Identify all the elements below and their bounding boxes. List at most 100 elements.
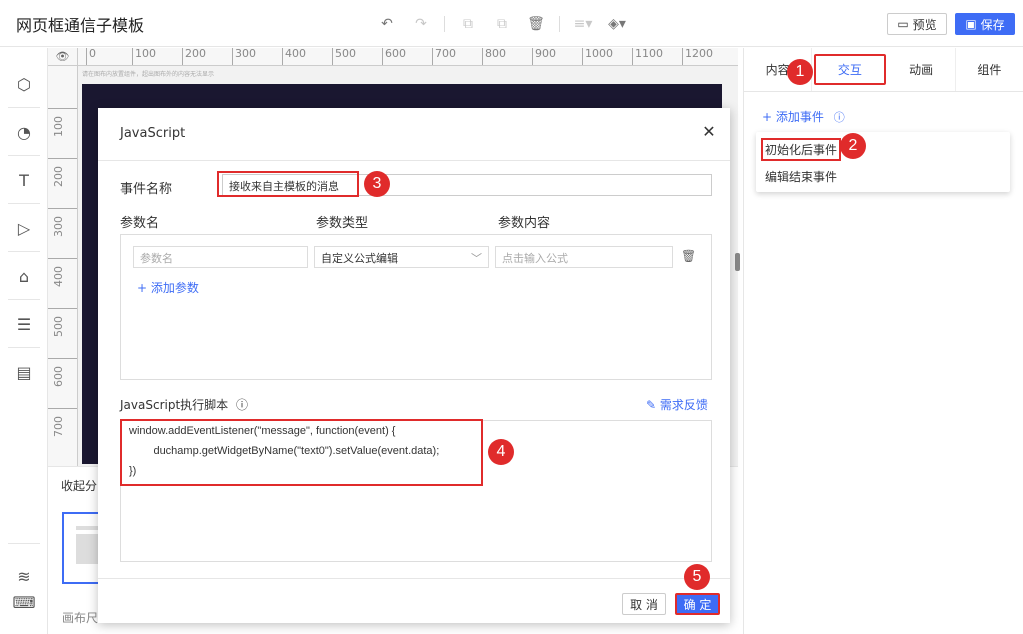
tab-interaction[interactable]: 交互 — [814, 54, 886, 85]
param-content-input[interactable]: 点击输入公式 — [495, 246, 673, 268]
ruler-tick: 200 — [48, 158, 77, 187]
preview-button[interactable]: ▭ 预览 — [887, 13, 947, 35]
rail-divider — [8, 543, 40, 544]
ruler-tick: 700 — [432, 48, 456, 65]
page-title: 网页框通信子模板 — [16, 16, 145, 35]
dialog-title: JavaScript — [120, 126, 186, 141]
canvas-note: 请在图布内放置组件，超出图布外的内容无法显示 — [82, 71, 215, 78]
rail-divider — [8, 203, 40, 204]
cancel-button[interactable]: 取 消 — [622, 593, 666, 615]
ruler-tick: 300 — [232, 48, 256, 65]
ruler-tick: 100 — [132, 48, 156, 65]
edit-icon: ✎ — [646, 398, 657, 412]
rail-divider — [8, 155, 40, 156]
event-name-label: 事件名称 — [120, 182, 173, 197]
ruler-tick: 1100 — [632, 48, 663, 65]
event-option-edit-end[interactable]: 编辑结束事件 — [765, 168, 837, 185]
ruler-tick: 200 — [182, 48, 206, 65]
step-marker: 1 — [787, 59, 813, 85]
event-dropdown: 初始化后事件 编辑结束事件 — [756, 132, 1010, 192]
eye-icon[interactable]: 👁 — [48, 48, 78, 66]
help-icon[interactable]: ⓘ — [834, 111, 845, 124]
step-marker: 3 — [364, 171, 390, 197]
delete-icon[interactable]: 🗑 — [525, 14, 547, 34]
param-type-select[interactable]: 自定义公式编辑 ﹀ — [314, 246, 489, 268]
top-bar: 网页框通信子模板 ↶ ↷ ⧉ ⧉ 🗑 ≡▾ ◈▾ ▭ 预览 ▣ 保存 — [0, 0, 1023, 47]
text-icon[interactable]: T — [12, 168, 36, 192]
toolbar-divider — [444, 16, 445, 32]
add-event-button[interactable]: + 添加事件 ⓘ — [762, 108, 845, 125]
media-icon[interactable]: ▷ — [12, 216, 36, 240]
table-icon[interactable]: ☰ — [12, 312, 36, 336]
ruler-tick: 300 — [48, 208, 77, 237]
feedback-link[interactable]: ✎ 需求反馈 — [646, 396, 708, 413]
trash-icon[interactable]: 🗑 — [681, 249, 696, 263]
right-panel-tabs: 内容 交互 动画 组件 — [744, 48, 1023, 92]
pie-chart-icon[interactable]: ◔ — [12, 120, 36, 144]
ruler-tick: 0 — [86, 48, 96, 65]
rail-divider — [8, 251, 40, 252]
param-name-input[interactable]: 参数名 — [133, 246, 308, 268]
canvas-size-label: 画布尺 — [62, 611, 99, 625]
highlight-box — [120, 419, 483, 486]
paste-icon[interactable]: ⧉ — [491, 14, 513, 34]
toolbar-divider — [559, 16, 560, 32]
ruler-tick: 100 — [48, 108, 77, 137]
param-type-value: 自定义公式编辑 — [321, 252, 398, 265]
highlight-box — [217, 171, 359, 197]
ruler-tick: 800 — [482, 48, 506, 65]
collapse-label[interactable]: 收起分 — [61, 477, 97, 494]
layers-icon[interactable]: ≋ — [12, 564, 36, 588]
ruler-tick: 500 — [48, 308, 77, 337]
align-icon[interactable]: ≡▾ — [572, 14, 594, 34]
save-button[interactable]: ▣ 保存 — [955, 13, 1015, 35]
event-option-init[interactable]: 初始化后事件 — [761, 138, 842, 161]
cube-icon[interactable]: ⬡ — [12, 72, 36, 96]
vertical-ruler: 100 200 300 400 500 600 700 — [48, 66, 78, 478]
param-content-header: 参数内容 — [498, 216, 551, 231]
ruler-tick: 400 — [48, 258, 77, 287]
add-event-label: + 添加事件 — [762, 110, 824, 124]
inbox-icon[interactable]: ⌂ — [12, 264, 36, 288]
toolbar: ↶ ↷ ⧉ ⧉ 🗑 ≡▾ ◈▾ — [376, 14, 640, 34]
horizontal-ruler: 0 100 200 300 400 500 600 700 800 900 10… — [78, 48, 738, 66]
vertical-scrollbar[interactable] — [735, 253, 740, 271]
ruler-tick: 400 — [282, 48, 306, 65]
keyboard-icon[interactable]: ⌨ — [12, 590, 36, 614]
script-label: JavaScript执行脚本 ⓘ — [120, 396, 248, 413]
redo-icon[interactable]: ↷ — [410, 14, 432, 34]
ruler-tick: 1000 — [582, 48, 613, 65]
add-param-button[interactable]: + 添加参数 — [137, 279, 199, 296]
rail-divider — [8, 299, 40, 300]
step-marker: 4 — [488, 439, 514, 465]
close-icon[interactable]: ✕ — [700, 122, 718, 141]
confirm-button[interactable]: 确 定 — [675, 593, 720, 615]
left-rail: ⬡ ◔ T ▷ ⌂ ☰ ▤ ≋ ⌨ — [0, 48, 48, 634]
ruler-tick: 600 — [382, 48, 406, 65]
save-icon: ▣ — [965, 17, 977, 31]
preview-label: 预览 — [912, 17, 937, 32]
step-marker: 5 — [684, 564, 710, 590]
ruler-tick: 900 — [532, 48, 556, 65]
archive-icon[interactable]: ▤ — [12, 360, 36, 384]
param-type-header: 参数类型 — [316, 216, 369, 231]
help-icon[interactable]: ⓘ — [236, 398, 248, 412]
copy-icon[interactable]: ⧉ — [457, 14, 479, 34]
layer-icon[interactable]: ◈▾ — [606, 14, 628, 34]
param-name-header: 参数名 — [120, 216, 160, 231]
right-panel: 内容 交互 动画 组件 + 添加事件 ⓘ 初始化后事件 编辑结束事件 — [743, 48, 1023, 634]
ruler-tick: 1200 — [682, 48, 713, 65]
undo-icon[interactable]: ↶ — [376, 14, 398, 34]
monitor-icon: ▭ — [897, 17, 909, 31]
rail-divider — [8, 107, 40, 108]
rail-divider — [8, 347, 40, 348]
tab-component[interactable]: 组件 — [956, 48, 1023, 91]
feedback-label: 需求反馈 — [659, 398, 708, 412]
dialog-divider — [98, 578, 730, 579]
script-label-text: JavaScript执行脚本 — [120, 398, 229, 412]
params-box: 参数名 自定义公式编辑 ﹀ 点击输入公式 🗑 + 添加参数 — [120, 234, 712, 380]
save-label: 保存 — [980, 17, 1005, 32]
tab-animation[interactable]: 动画 — [888, 48, 956, 91]
step-marker: 2 — [840, 133, 866, 159]
ruler-tick: 600 — [48, 358, 77, 387]
